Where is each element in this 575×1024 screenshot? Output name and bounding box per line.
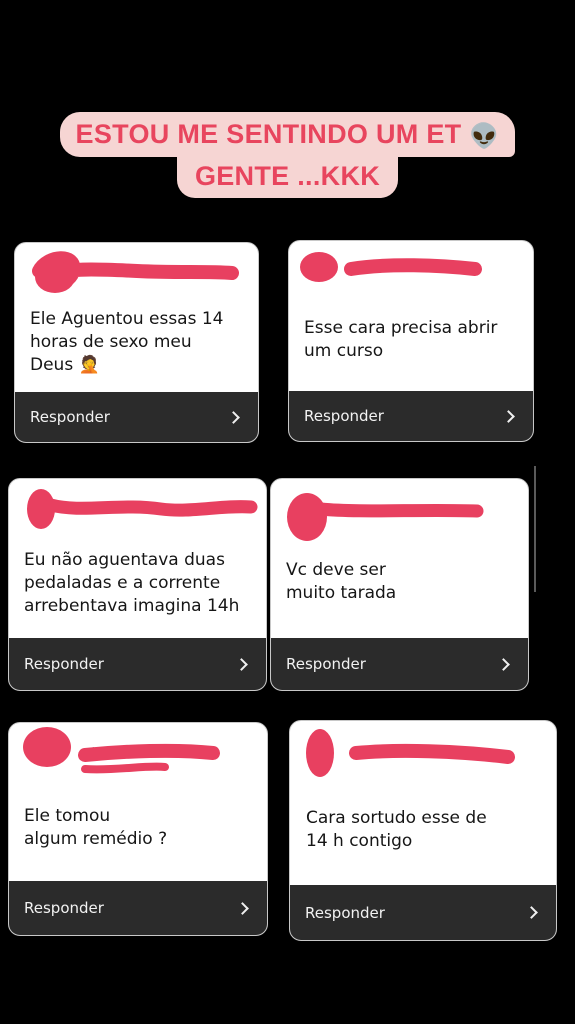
reply-button[interactable]: Responder — [15, 392, 258, 442]
reply-label: Responder — [30, 408, 110, 426]
chevron-right-icon — [235, 657, 248, 671]
comment-text: Ele tomou algum remédio ? — [24, 806, 168, 849]
comment-card: michelle Eu não aguentava duas pedaladas… — [8, 478, 267, 691]
redaction-scribble-icon — [287, 493, 484, 541]
chevron-right-icon — [236, 901, 249, 915]
story-headline: ESTOU ME SENTINDO UM ET 👽 GENTE ...KKK — [0, 112, 575, 198]
headline-line-1: ESTOU ME SENTINDO UM ET 👽 — [59, 112, 516, 157]
reply-label: Responder — [286, 655, 366, 673]
reply-button[interactable]: Responder — [9, 638, 266, 690]
chevron-right-icon — [227, 410, 240, 424]
chevron-right-icon — [502, 409, 515, 423]
headline-text-1: ESTOU ME SENTINDO UM ET — [75, 119, 462, 149]
comment-card: Esse cara precisa abrir um curso Respond… — [288, 240, 534, 442]
reply-button[interactable]: Responder — [9, 881, 267, 935]
chevron-right-icon — [497, 657, 510, 671]
comment-text: Vc deve ser muito tarada — [286, 560, 397, 603]
reply-button[interactable]: Responder — [289, 391, 533, 441]
redaction-scribble-icon — [27, 489, 258, 529]
reply-button[interactable]: Responder — [271, 638, 528, 690]
comment-card: mi Ele tomou algum remédio ? Responder — [8, 722, 268, 936]
comment-card: jonat Ele Aguentou essas 14 horas de sex… — [14, 242, 259, 443]
reply-label: Responder — [24, 655, 104, 673]
redaction-scribble-icon — [306, 729, 515, 777]
reply-label: Responder — [305, 903, 385, 922]
comment-card: Cara sortudo esse de 14 h contigo Respon… — [289, 720, 557, 941]
redaction-scribble-icon — [32, 251, 239, 293]
headline-text-2: GENTE ...KKK — [194, 161, 381, 191]
redaction-scribble-icon — [300, 252, 482, 282]
reply-label: Responder — [304, 407, 384, 425]
reply-label: Responder — [24, 899, 104, 917]
scrollbar[interactable] — [534, 466, 536, 592]
comment-text: Cara sortudo esse de 14 h contigo — [306, 808, 487, 851]
comment-card: Vc deve ser muito tarada Responder — [270, 478, 529, 691]
chevron-right-icon — [525, 906, 538, 919]
comment-text: Ele Aguentou essas 14 horas de sexo meu … — [30, 309, 224, 375]
alien-emoji-icon: 👽 — [469, 123, 500, 150]
comment-text: Eu não aguentava duas pedaladas e a corr… — [24, 550, 240, 616]
reply-button[interactable]: Responder — [290, 885, 556, 940]
comment-text: Esse cara precisa abrir um curso — [304, 318, 498, 361]
headline-line-2: GENTE ...KKK — [176, 156, 399, 198]
redaction-scribble-icon — [23, 727, 220, 774]
